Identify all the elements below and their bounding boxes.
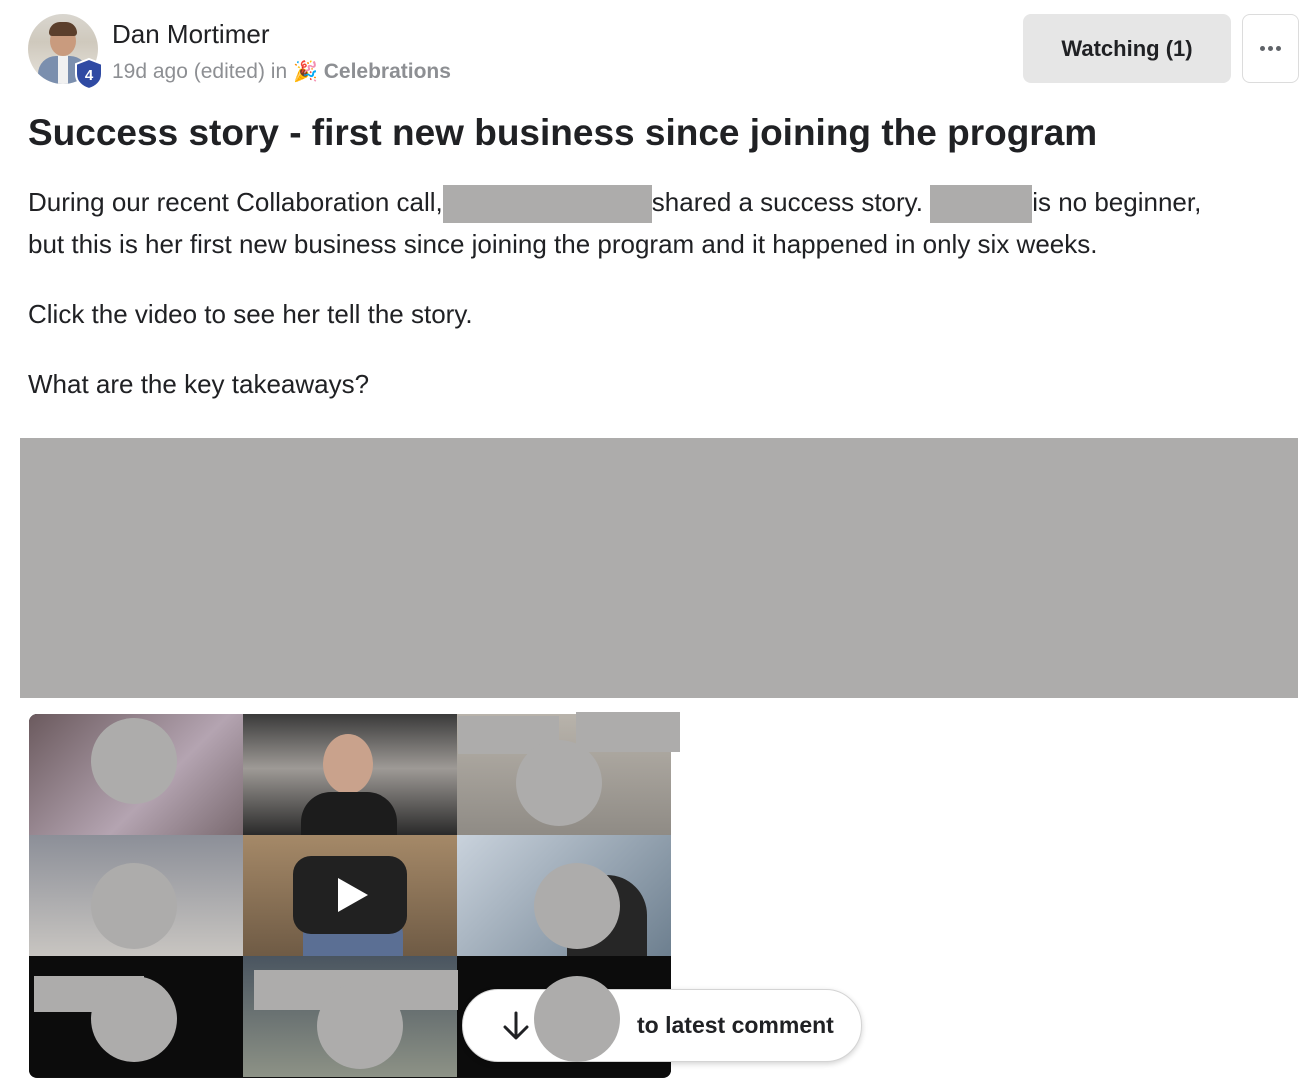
category-link[interactable]: Celebrations [324, 60, 451, 83]
post-meta: 19d ago (edited) in 🎉 Celebrations [112, 59, 451, 84]
redacted-face [317, 983, 403, 1069]
redacted-face [91, 863, 177, 949]
post-paragraph-1: During our recent Collaboration call, sha… [28, 181, 1202, 224]
redacted-name [930, 185, 1033, 224]
level-shield-icon: 4 [75, 58, 103, 90]
party-popper-icon: 🎉 [292, 61, 318, 83]
jump-label: to latest comment [637, 1012, 834, 1038]
paragraph-text: is no beginner, [1032, 187, 1202, 217]
play-button[interactable] [293, 856, 407, 934]
redacted-face [534, 976, 620, 1062]
arrow-down-icon [503, 1011, 529, 1039]
redacted-name [442, 185, 652, 224]
post-timestamp: 19d ago (edited) in [112, 60, 288, 83]
post-paragraph-1-line-2: but this is her first new business since… [28, 229, 1098, 259]
video-tile [243, 714, 457, 835]
level-number: 4 [85, 67, 94, 84]
watching-button[interactable]: Watching (1) [1023, 14, 1231, 83]
redacted-face [516, 740, 602, 826]
jump-to-latest-comment-button[interactable]: to latest comment [462, 989, 862, 1062]
paragraph-text: During our recent Collaboration call, [28, 187, 443, 217]
post-title: Success story - first new business since… [28, 112, 1098, 153]
redacted-face [91, 718, 177, 804]
more-options-icon [1259, 46, 1283, 51]
paragraph-text: shared a success story. [651, 187, 923, 217]
redacted-face [534, 863, 620, 949]
post-paragraph-3: What are the key takeaways? [28, 369, 370, 399]
redacted-face [91, 976, 177, 1062]
author-name[interactable]: Dan Mortimer [112, 19, 269, 50]
redacted-image [20, 438, 1298, 698]
redacted-label [576, 712, 680, 752]
post-paragraph-2: Click the video to see her tell the stor… [28, 299, 473, 329]
more-options-button[interactable] [1242, 14, 1299, 83]
play-icon [338, 878, 368, 912]
